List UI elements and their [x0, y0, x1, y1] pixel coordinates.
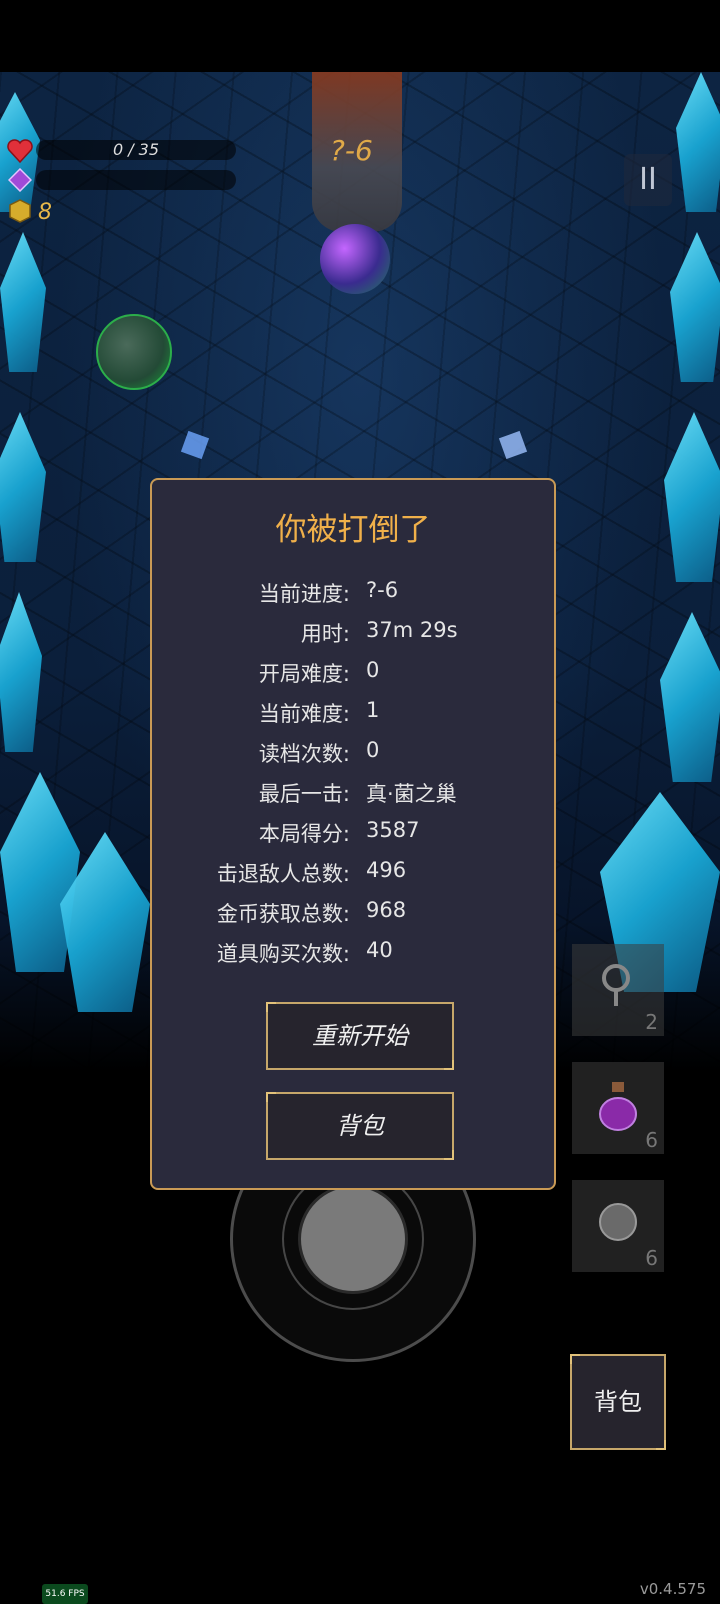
stat-value: 真·菌之巢 [366, 782, 457, 806]
joystick-knob[interactable] [298, 1184, 408, 1294]
pause-button[interactable]: II [624, 154, 672, 206]
stat-value: 0 [366, 738, 380, 762]
key-icon [602, 964, 630, 1006]
item-count: 6 [645, 1246, 658, 1270]
stat-label: 当前难度: [258, 702, 350, 726]
stat-value: ?-6 [366, 578, 399, 602]
blue-gem [498, 430, 528, 460]
crystal-decoration [0, 412, 46, 562]
crystal-decoration [0, 592, 42, 752]
stat-value: 0 [366, 658, 380, 682]
item-count: 2 [645, 1010, 658, 1034]
crystal-decoration [660, 612, 720, 782]
stat-value: 496 [366, 858, 407, 882]
hp-text: 0 / 35 [112, 140, 160, 159]
stat-label: 本局得分: [258, 822, 350, 846]
dialog-backpack-button[interactable]: 背包 [266, 1092, 454, 1160]
level-indicator: ?-6 [330, 134, 373, 167]
mana-bar [36, 170, 236, 190]
stat-label: 读档次数: [258, 742, 350, 766]
stat-label: 最后一击: [258, 782, 350, 806]
potion-icon [599, 1082, 637, 1131]
stat-value: 968 [366, 898, 407, 922]
crystal-decoration [664, 412, 720, 582]
item-slot-2[interactable]: 6 [572, 1062, 664, 1154]
magic-orb [320, 224, 390, 294]
stat-label: 开局难度: [258, 662, 350, 686]
mana-gem-icon [8, 168, 32, 192]
heart-icon [7, 139, 33, 164]
orb-icon [599, 1203, 637, 1241]
backpack-button[interactable]: 背包 [570, 1354, 666, 1450]
top-black-band [0, 0, 720, 72]
crystal-decoration [0, 232, 46, 372]
stat-value: 40 [366, 938, 393, 962]
stat-value: 1 [366, 698, 380, 722]
dialog-title: 你被打倒了 [275, 512, 431, 548]
stat-label: 道具购买次数: [216, 942, 350, 966]
stat-label: 用时: [300, 622, 350, 646]
item-count: 6 [645, 1128, 658, 1152]
stat-value: 37m 29s [366, 618, 458, 642]
blue-gem [180, 430, 210, 460]
restart-button[interactable]: 重新开始 [266, 1002, 454, 1070]
crystal-decoration [676, 72, 720, 212]
item-slot-1[interactable]: 2 [572, 944, 664, 1036]
crystal-decoration [670, 232, 720, 382]
stat-label: 金币获取总数: [216, 902, 350, 926]
gold-coin-icon [9, 199, 31, 223]
fps-counter: 51.6 FPS [42, 1584, 88, 1604]
version-label: v0.4.575 [639, 1580, 706, 1598]
stat-value: 3587 [366, 818, 420, 842]
stat-label: 当前进度: [258, 582, 350, 606]
item-slot-3[interactable]: 6 [572, 1180, 664, 1272]
stat-label: 击退敌人总数: [216, 862, 350, 886]
gold-count: 8 [38, 200, 52, 225]
green-orb [96, 314, 172, 390]
